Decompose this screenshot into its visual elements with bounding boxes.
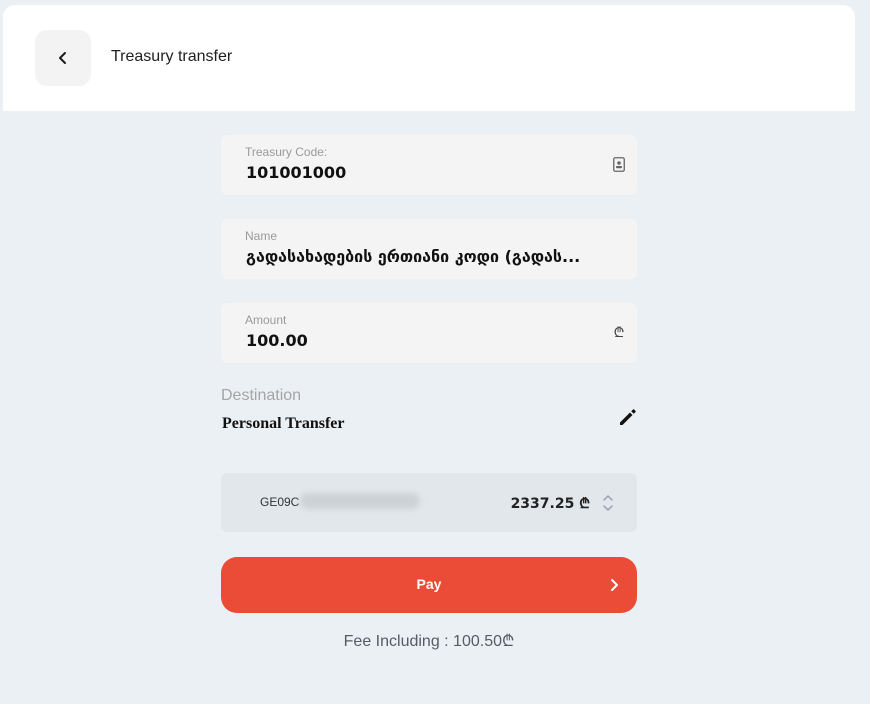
account-selector[interactable]: GE09C 2337.25 ₾ [221,473,637,532]
destination-value: Personal Transfer [222,415,345,432]
amount-field[interactable]: Amount 100.00 ₾ [221,303,637,363]
up-down-chevron-icon[interactable] [601,491,615,515]
treasury-code-field[interactable]: Treasury Code: 101001000 [221,135,637,195]
fee-text: Fee Including : 100.50₾ [343,633,515,650]
pay-button-label: Pay [416,576,442,592]
treasury-code-label: Treasury Code: [245,145,328,159]
name-field[interactable]: Name გადასახადების ერთიანი კოდი (გადას..… [221,219,637,279]
lari-currency-icon: ₾ [613,323,625,340]
account-balance: 2337.25 ₾ [510,496,590,512]
page-title: Treasury transfer [111,48,233,65]
account-iban: GE09C [260,495,300,509]
chevron-left-icon [59,52,66,64]
treasury-transfer-page: Treasury transfer Treasury Code: 1010010… [0,0,870,706]
contact-book-icon[interactable] [611,155,627,173]
back-button[interactable] [35,30,91,86]
destination-label: Destination [221,387,302,404]
treasury-code-value: 101001000 [246,163,347,182]
name-label: Name [245,229,278,243]
pencil-edit-icon[interactable] [618,407,638,427]
pay-button[interactable]: Pay [221,557,637,613]
amount-label: Amount [245,313,287,327]
amount-value: 100.00 [246,331,308,350]
account-iban-masked [300,493,420,509]
header: Treasury transfer [3,5,855,111]
chevron-right-icon [611,579,618,591]
name-value: გადასახადების ერთიანი კოდი (გადას... [246,247,581,266]
